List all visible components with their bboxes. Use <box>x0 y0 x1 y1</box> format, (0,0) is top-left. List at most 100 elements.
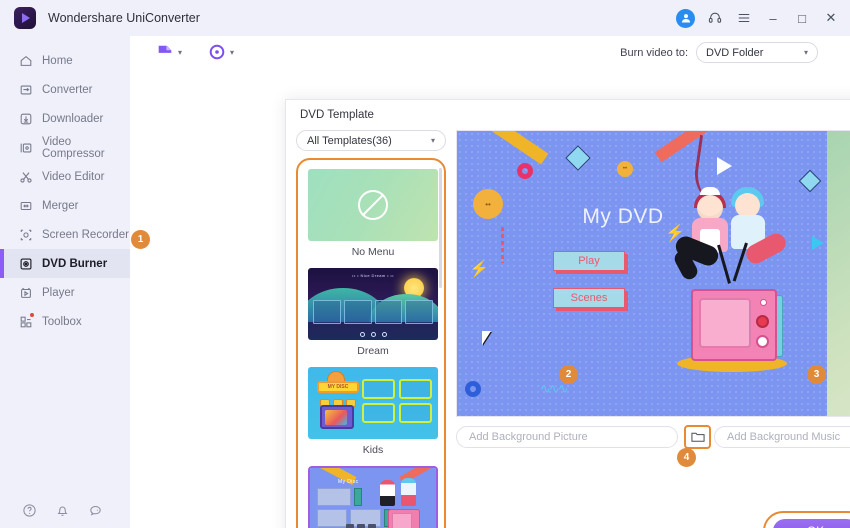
minimize-button[interactable]: – <box>760 5 786 31</box>
template-filter-select[interactable]: All Templates(36) ▾ <box>296 130 446 151</box>
decor-blue-ring <box>465 381 481 397</box>
template-art-caption: My Disc <box>338 479 359 485</box>
template-name: No Menu <box>351 246 395 258</box>
chevron-down-icon[interactable]: ▾ <box>230 48 234 57</box>
sidebar-item-toolbox[interactable]: Toolbox <box>0 307 130 336</box>
feedback-icon[interactable] <box>88 503 103 518</box>
sidebar-item-label: Downloader <box>42 112 104 125</box>
background-assets-row: Add Background Picture Add Background Mu… <box>456 425 850 451</box>
player-icon <box>18 285 33 300</box>
decor-cursor-icon <box>482 331 491 345</box>
burn-video-to-group: Burn video to: DVD Folder ▾ <box>620 42 818 63</box>
download-icon <box>18 111 33 126</box>
compressor-icon <box>18 140 33 155</box>
sidebar-item-label: Merger <box>42 199 79 212</box>
ok-button[interactable]: OK <box>773 519 850 528</box>
bell-icon[interactable] <box>55 503 70 518</box>
screen-recorder-icon <box>18 227 33 242</box>
background-picture-input[interactable]: Add Background Picture <box>456 426 678 448</box>
sidebar-bottom-icons <box>0 503 130 518</box>
help-icon[interactable] <box>22 503 37 518</box>
main-content: ▾ ▾ Burn video to: DVD Folder ▾ DVD Temp… <box>130 36 850 528</box>
converter-icon <box>18 82 33 97</box>
headset-icon[interactable] <box>702 5 728 31</box>
app-title: Wondershare UniConverter <box>48 11 200 25</box>
background-music-input[interactable]: Add Background Music <box>714 426 850 448</box>
template-name: Kids <box>362 444 384 456</box>
dialog-title: DVD Template <box>300 109 374 121</box>
add-disc-icon[interactable] <box>208 43 226 61</box>
chevron-down-icon: ▾ <box>803 48 808 57</box>
decor-cube-top <box>565 145 591 171</box>
title-bar: Wondershare UniConverter – □ ✕ <box>0 0 850 36</box>
hamburger-menu-icon[interactable] <box>731 5 757 31</box>
sidebar-item-screen-recorder[interactable]: Screen Recorder <box>0 220 130 249</box>
template-list[interactable]: No Menu •• • Nice Dream • •• Dream MY DI… <box>296 158 446 528</box>
template-list-scrollbar[interactable] <box>439 168 442 288</box>
template-thumbnail: My Disc <box>308 466 438 528</box>
template-card-secondaryelement[interactable]: My Disc SecondaryElement <box>308 466 438 528</box>
chevron-down-icon: ▾ <box>430 136 435 145</box>
decor-pink-ring <box>517 163 533 179</box>
decor-cube-right <box>798 169 822 193</box>
maximize-button[interactable]: □ <box>789 5 815 31</box>
burn-toolbar: ▾ ▾ Burn video to: DVD Folder ▾ <box>130 36 850 68</box>
add-disc-group[interactable]: ▾ <box>208 43 234 61</box>
template-list-scroll: No Menu •• • Nice Dream • •• Dream MY DI… <box>298 160 444 528</box>
sidebar-item-label: Toolbox <box>42 315 82 328</box>
preview-play-button[interactable]: Play <box>553 251 625 271</box>
decor-yellow-band <box>457 131 549 165</box>
ok-button-highlight: OK <box>763 511 850 528</box>
app-window: Wondershare UniConverter – □ ✕ Home Conv… <box>0 0 850 528</box>
sidebar-item-label: Player <box>42 286 75 299</box>
sidebar-item-label: Converter <box>42 83 93 96</box>
add-files-icon[interactable] <box>156 43 174 61</box>
sidebar-item-downloader[interactable]: Downloader <box>0 104 130 133</box>
decor-bolt-a: ⚡ <box>469 261 489 278</box>
decor-dashed-line <box>501 227 504 263</box>
sidebar-item-video-editor[interactable]: Video Editor <box>0 162 130 191</box>
template-art-caption: MY DISC <box>317 381 359 393</box>
preview-illustration <box>665 134 800 407</box>
background-picture-browse-button[interactable] <box>684 425 711 449</box>
template-art-caption: •• • Nice Dream • •• <box>352 273 394 278</box>
folder-icon <box>690 432 705 442</box>
sidebar-item-label: DVD Burner <box>42 257 108 270</box>
account-icon[interactable] <box>676 8 695 28</box>
sidebar-item-video-compressor[interactable]: Video Compressor <box>0 133 130 162</box>
step-badge-4: 4 <box>677 448 696 467</box>
sidebar-item-label: Video Compressor <box>42 135 105 160</box>
step-badge-3: 3 <box>807 365 826 384</box>
add-files-group[interactable]: ▾ <box>156 43 182 61</box>
toolbox-icon <box>18 313 34 329</box>
sidebar-item-label: Video Editor <box>42 170 105 183</box>
merger-icon <box>18 198 33 213</box>
step-badge-2: 2 <box>559 365 578 384</box>
preview-scenes-button[interactable]: Scenes <box>553 288 625 308</box>
template-card-no-menu[interactable]: No Menu <box>308 169 438 259</box>
home-icon <box>18 53 33 68</box>
template-card-kids[interactable]: MY DISC Kids <box>308 367 438 457</box>
sidebar-item-label: Home <box>42 54 73 67</box>
burn-target-select[interactable]: DVD Folder ▾ <box>696 42 818 63</box>
toolbox-notification-dot <box>30 313 34 317</box>
decor-triangle-mid <box>812 236 824 250</box>
chevron-down-icon[interactable]: ▾ <box>178 48 182 57</box>
preview-menu-canvas: •• •• ⚡ ⚡ ∿∿∿ My DVD Play Scenes <box>457 131 827 416</box>
sidebar-item-player[interactable]: Player <box>0 278 130 307</box>
app-logo-icon <box>14 7 36 29</box>
sidebar: Home Converter Downloader Video Compress… <box>0 36 130 528</box>
close-button[interactable]: ✕ <box>818 5 844 31</box>
template-name: Dream <box>357 345 389 357</box>
sidebar-item-home[interactable]: Home <box>0 46 130 75</box>
preview-right-pane <box>827 131 850 416</box>
window-controls: – □ ✕ <box>676 0 844 36</box>
sidebar-item-label: Screen Recorder <box>42 228 129 241</box>
sidebar-item-dvd-burner[interactable]: DVD Burner <box>0 249 130 278</box>
template-filter-value: All Templates(36) <box>307 134 392 147</box>
template-thumbnail <box>308 169 438 241</box>
sidebar-item-merger[interactable]: Merger <box>0 191 130 220</box>
template-card-dream[interactable]: •• • Nice Dream • •• Dream <box>308 268 438 358</box>
sidebar-item-converter[interactable]: Converter <box>0 75 130 104</box>
burn-target-value: DVD Folder <box>706 46 764 59</box>
